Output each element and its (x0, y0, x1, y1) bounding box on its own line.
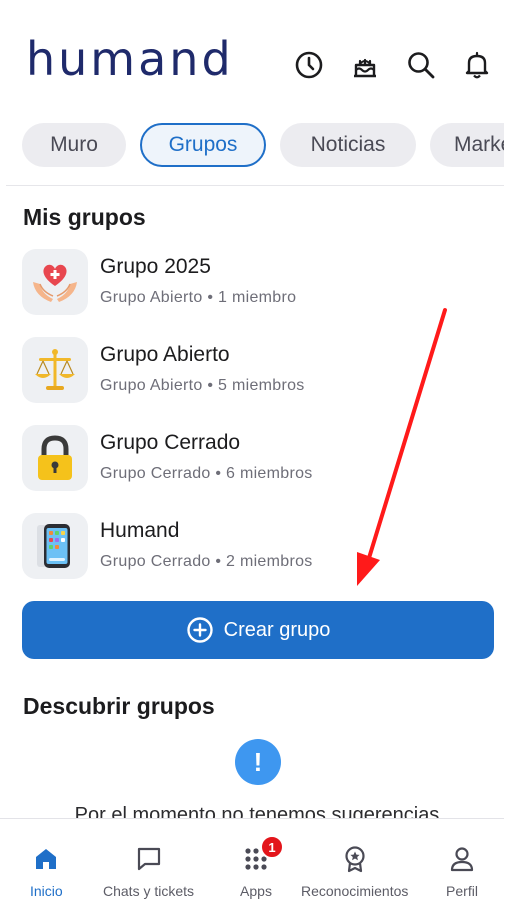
nav-label: Reconocimientos (301, 883, 409, 899)
nav-label: Inicio (30, 883, 63, 899)
tabs-divider (6, 185, 504, 186)
nav-label: Perfil (446, 883, 478, 899)
group-meta: Grupo Cerrado • 6 miembros (100, 465, 313, 482)
create-group-button[interactable]: Crear grupo (22, 601, 494, 659)
nav-inicio[interactable]: Inicio (30, 843, 63, 899)
nav-label: Chats y tickets (103, 883, 195, 899)
create-group-label: Crear grupo (223, 618, 331, 641)
phone-icon (22, 513, 88, 579)
chat-icon (133, 843, 165, 875)
group-item[interactable]: Grupo Cerrado Grupo Cerrado • 6 miembros (22, 425, 492, 493)
group-item[interactable]: Humand Grupo Cerrado • 2 miembros (22, 513, 492, 581)
my-groups-title: Mis grupos (23, 204, 146, 230)
tabs-bar: Muro Grupos Noticias Marketplace (0, 118, 504, 174)
group-meta: Grupo Abierto • 1 miembro (100, 289, 297, 306)
cake-icon[interactable] (348, 48, 382, 82)
bell-icon[interactable] (460, 48, 494, 82)
heart-hands-icon (22, 249, 88, 315)
exclamation-icon: ! (235, 739, 281, 785)
tab-noticias[interactable]: Noticias (280, 123, 416, 167)
tab-muro[interactable]: Muro (22, 123, 126, 167)
discover-groups-title: Descubrir grupos (23, 693, 215, 719)
tab-grupos[interactable]: Grupos (140, 123, 266, 167)
group-name: Grupo 2025 (100, 255, 211, 278)
search-icon[interactable] (404, 48, 438, 82)
group-item[interactable]: Grupo Abierto Grupo Abierto • 5 miembros (22, 337, 492, 405)
tab-marketplace[interactable]: Marketplace (430, 123, 504, 167)
group-name: Grupo Abierto (100, 343, 230, 366)
group-meta: Grupo Abierto • 5 miembros (100, 377, 305, 394)
nav-label: Apps (240, 883, 272, 899)
scales-icon (22, 337, 88, 403)
home-icon (30, 843, 62, 875)
clock-icon[interactable] (292, 48, 326, 82)
group-item[interactable]: Grupo 2025 Grupo Abierto • 1 miembro (22, 249, 492, 317)
bottom-navigation: Inicio Chats y tickets 1 Apps Reconocimi… (0, 818, 504, 916)
plus-circle-icon (186, 617, 213, 643)
nav-reconocimientos[interactable]: Reconocimientos (301, 843, 408, 899)
group-name: Humand (100, 519, 180, 542)
group-meta: Grupo Cerrado • 2 miembros (100, 553, 313, 570)
group-name: Grupo Cerrado (100, 431, 241, 454)
header-actions (292, 48, 494, 82)
profile-icon (446, 843, 478, 875)
padlock-icon (22, 425, 88, 491)
humand-logo: humand (26, 32, 234, 86)
award-icon (339, 843, 371, 875)
nav-apps[interactable]: 1 Apps (240, 835, 284, 899)
app-header: humand (0, 0, 514, 120)
apps-grid-icon: 1 (240, 835, 284, 875)
notification-badge: 1 (260, 835, 284, 859)
nav-perfil[interactable]: Perfil (446, 843, 478, 899)
nav-chats[interactable]: Chats y tickets (103, 843, 194, 899)
